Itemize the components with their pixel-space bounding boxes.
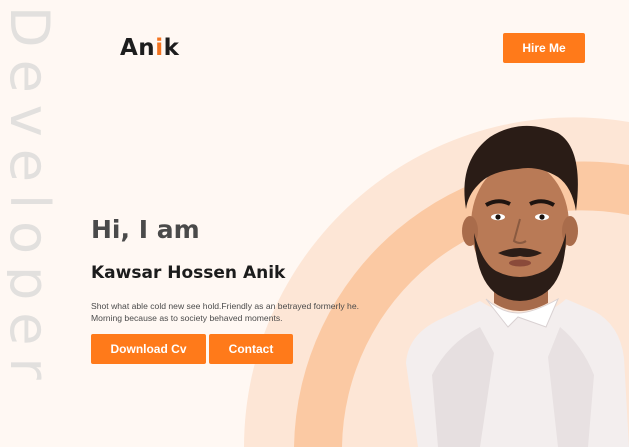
logo[interactable]: Anik bbox=[120, 35, 179, 61]
greeting-heading: Hi, I am bbox=[91, 215, 200, 244]
hero-description: Shot what able cold new see hold.Friendl… bbox=[91, 301, 359, 323]
logo-accent: i bbox=[155, 35, 164, 61]
portrait-pupil-left bbox=[495, 214, 501, 220]
portrait-lips bbox=[509, 259, 531, 267]
person-name: Kawsar Hossen Anik bbox=[91, 263, 286, 283]
profile-portrait bbox=[406, 125, 629, 447]
hire-me-button[interactable]: Hire Me bbox=[503, 33, 585, 63]
logo-prefix: An bbox=[120, 35, 156, 61]
contact-button[interactable]: Contact bbox=[209, 334, 293, 364]
portfolio-hero-page: Developer Anik Hire Me Hi, I am Kawsar H… bbox=[0, 0, 629, 447]
download-cv-button[interactable]: Download Cv bbox=[91, 334, 206, 364]
developer-watermark: Developer bbox=[7, 0, 67, 447]
logo-suffix: k bbox=[163, 35, 180, 61]
watermark-text: Developer bbox=[7, 6, 61, 392]
portrait-pupil-right bbox=[539, 214, 545, 220]
